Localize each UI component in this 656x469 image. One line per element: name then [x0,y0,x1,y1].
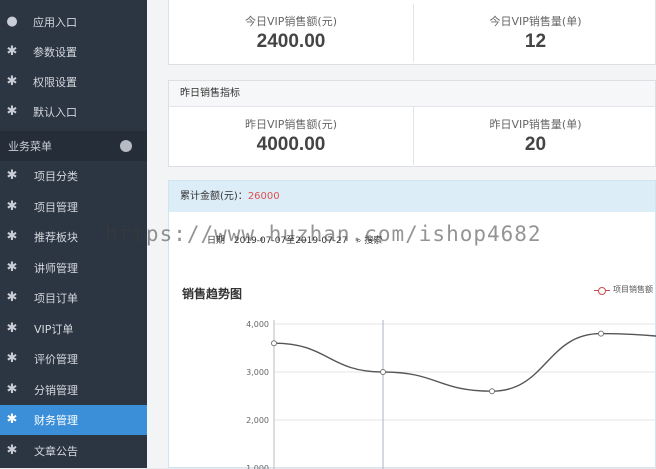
series-line [273,332,656,392]
today-sales-count-label: 今日VIP销售量(单) [489,15,582,28]
chart-title: 销售趋势图 [182,287,243,301]
sidebar-item-label: 评价管理 [34,353,78,366]
cumulative-amount-value: 26000 [247,191,280,202]
today-stats-panel: 今日VIP销售额(元) 2400.00 今日VIP销售量(单) 12 [168,0,656,65]
sidebar-menu-item-5[interactable]: ✱ VIP订单 [0,314,147,344]
sales-trend-chart: 4,000 3,000 2,000 1,000 [246,320,656,469]
sidebar-item-3[interactable]: ✱ 默认入口 [0,97,147,127]
gear-icon: ✱ [6,442,18,458]
sidebar-menu-item-9[interactable]: ✱ 文章公告 [0,436,147,466]
cumulative-amount-label: 累计金额(元)： [180,191,248,202]
chart-legend[interactable]: 项目销售额 [594,284,653,295]
gear-icon: ✱ [6,290,18,305]
gear-icon: ✱ [6,412,18,427]
sidebar-menu-item-1[interactable]: ✱ 项目管理 [0,192,147,222]
sidebar-section-label: 业务菜单 [8,140,52,153]
section-toggle-icon[interactable] [120,140,132,152]
sidebar-item-label: 讲师管理 [34,261,78,275]
legend-series-name: 项目销售额 [613,285,653,294]
yesterday-sales-amount: 昨日VIP销售额(元) 4000.00 [169,107,413,165]
sidebar-item-label: 参数设置 [33,46,77,59]
sidebar-section-business[interactable]: 业务菜单 [0,131,147,161]
today-sales-amount-label: 今日VIP销售额(元) [245,15,337,28]
sidebar-item-1[interactable]: ✱ 参数设置 [0,37,147,67]
gear-icon: ✱ [6,381,18,397]
watermark-text: https://www.huzhan.com/ishop4682 [105,222,542,246]
gear-icon: ✱ [6,104,18,119]
y-tick-label: 3,000 [246,368,269,377]
gear-icon: ✱ [6,351,18,366]
sidebar-item-label: 权限设置 [33,76,77,89]
data-point[interactable] [489,388,495,395]
sidebar-item-0[interactable]: ● 应用入口 [0,7,147,37]
yesterday-sales-amount-label: 昨日VIP销售额(元) [245,118,337,131]
gear-icon: ✱ [6,74,18,89]
cumulative-amount: 累计金额(元)：26000 [169,181,655,212]
sidebar-menu-item-6[interactable]: ✱ 评价管理 [0,344,147,374]
sidebar-item-label: 项目分类 [34,170,78,183]
gear-icon: ✱ [6,198,18,214]
yesterday-panel-title: 昨日销售指标 [169,81,655,107]
sidebar-item-label: 推荐板块 [34,231,78,244]
sidebar-menu-item-4[interactable]: ✱ 项目订单 [0,283,147,313]
yesterday-sales-amount-value: 4000.00 [256,134,326,155]
sidebar-item-label: 项目管理 [34,200,78,214]
y-tick-label: 4,000 [246,320,269,329]
gear-icon: ✱ [6,44,18,59]
sidebar-menu-item-7[interactable]: ✱ 分销管理 [0,375,147,405]
y-tick-label: 2,000 [246,416,269,425]
gear-icon: ✱ [6,320,18,336]
yesterday-sales-count: 昨日VIP销售量(单) 20 [413,107,656,165]
legend-marker-icon [594,286,610,295]
sidebar-item-label: 应用入口 [33,16,77,29]
chat-bubble-icon: ● [6,14,18,29]
sidebar-item-label: 财务管理 [34,414,78,427]
data-point[interactable] [598,330,604,337]
today-sales-count-value: 12 [524,31,547,52]
sidebar-menu-item-3[interactable]: ✱ 讲师管理 [0,253,147,283]
gear-icon: ✱ [6,259,18,275]
sidebar-item-2[interactable]: ✱ 权限设置 [0,67,147,97]
sidebar-item-label: 默认入口 [33,106,77,119]
sidebar-item-label: 项目订单 [34,292,78,305]
y-tick-label: 1,000 [246,464,269,469]
sidebar-item-label: 分销管理 [34,383,78,397]
today-sales-count: 今日VIP销售量(单) 12 [413,4,656,62]
sidebar-item-label: 文章公告 [34,444,78,458]
today-sales-amount: 今日VIP销售额(元) 2400.00 [169,4,413,62]
yesterday-sales-count-label: 昨日VIP销售量(单) [489,118,582,131]
sidebar-item-label: VIP订单 [34,322,74,336]
sidebar-menu-item-0[interactable]: ✱ 项目分类 [0,161,147,191]
gear-icon: ✱ [6,229,18,244]
yesterday-stats-panel: 昨日销售指标 昨日VIP销售额(元) 4000.00 昨日VIP销售量(单) 2… [168,80,656,167]
data-point[interactable] [271,340,277,347]
data-point[interactable] [380,369,386,375]
sidebar-menu-item-8[interactable]: ✱ 财务管理 [0,405,147,435]
today-sales-amount-value: 2400.00 [256,31,326,52]
yesterday-sales-count-value: 20 [524,134,547,155]
gear-icon: ✱ [6,168,18,183]
